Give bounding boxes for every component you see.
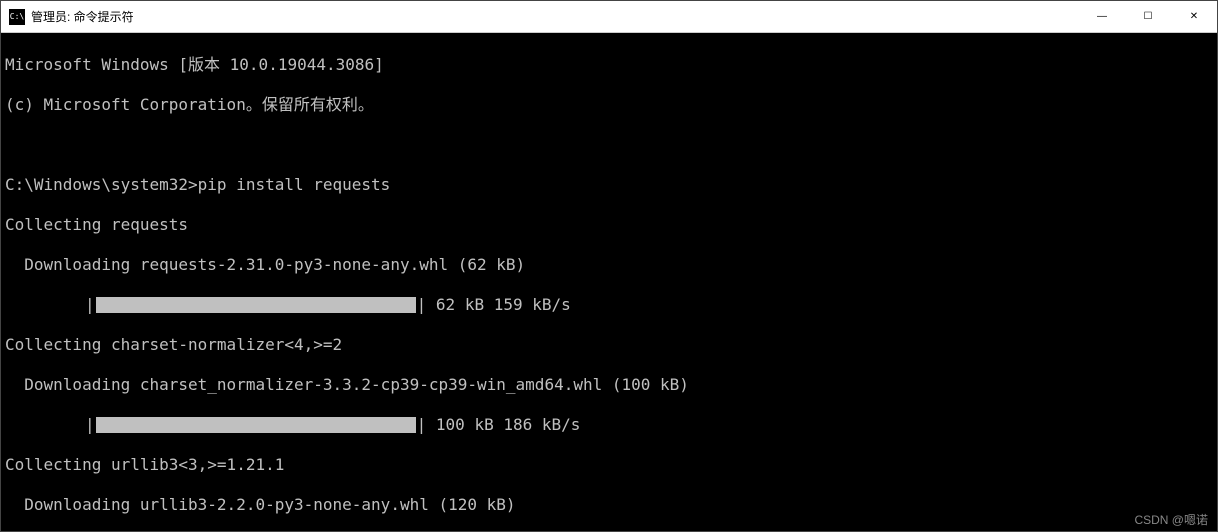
- progress-bar: [96, 297, 416, 313]
- downloading-line: Downloading charset_normalizer-3.3.2-cp3…: [5, 375, 1213, 395]
- app-icon: C:\: [9, 9, 25, 25]
- progress-bar: [96, 417, 416, 433]
- titlebar[interactable]: C:\ 管理员: 命令提示符 — ☐ ✕: [1, 1, 1217, 33]
- downloading-line: Downloading urllib3-2.2.0-py3-none-any.w…: [5, 495, 1213, 515]
- copyright-line: (c) Microsoft Corporation。保留所有权利。: [5, 95, 1213, 115]
- progress-line: || 100 kB 186 kB/s: [5, 415, 1213, 435]
- window-title: 管理员: 命令提示符: [31, 8, 1079, 25]
- collecting-line: Collecting urllib3<3,>=1.21.1: [5, 455, 1213, 475]
- prompt-line: C:\Windows\system32>pip install requests: [5, 175, 1213, 195]
- window-controls: — ☐ ✕: [1079, 1, 1217, 32]
- terminal-output[interactable]: Microsoft Windows [版本 10.0.19044.3086] (…: [1, 33, 1217, 531]
- os-version-line: Microsoft Windows [版本 10.0.19044.3086]: [5, 55, 1213, 75]
- maximize-button[interactable]: ☐: [1125, 1, 1171, 32]
- progress-text: 62 kB 159 kB/s: [426, 295, 571, 315]
- minimize-button[interactable]: —: [1079, 1, 1125, 32]
- progress-line: || 62 kB 159 kB/s: [5, 295, 1213, 315]
- command-text: pip install requests: [198, 175, 391, 194]
- downloading-line: Downloading requests-2.31.0-py3-none-any…: [5, 255, 1213, 275]
- collecting-line: Collecting requests: [5, 215, 1213, 235]
- watermark: CSDN @嗯诺: [1134, 511, 1208, 528]
- command-prompt-window: C:\ 管理员: 命令提示符 — ☐ ✕ Microsoft Windows […: [0, 0, 1218, 532]
- close-button[interactable]: ✕: [1171, 1, 1217, 32]
- blank-line: [5, 135, 1213, 155]
- prompt-path: C:\Windows\system32>: [5, 175, 198, 194]
- progress-text: 100 kB 186 kB/s: [426, 415, 580, 435]
- collecting-line: Collecting charset-normalizer<4,>=2: [5, 335, 1213, 355]
